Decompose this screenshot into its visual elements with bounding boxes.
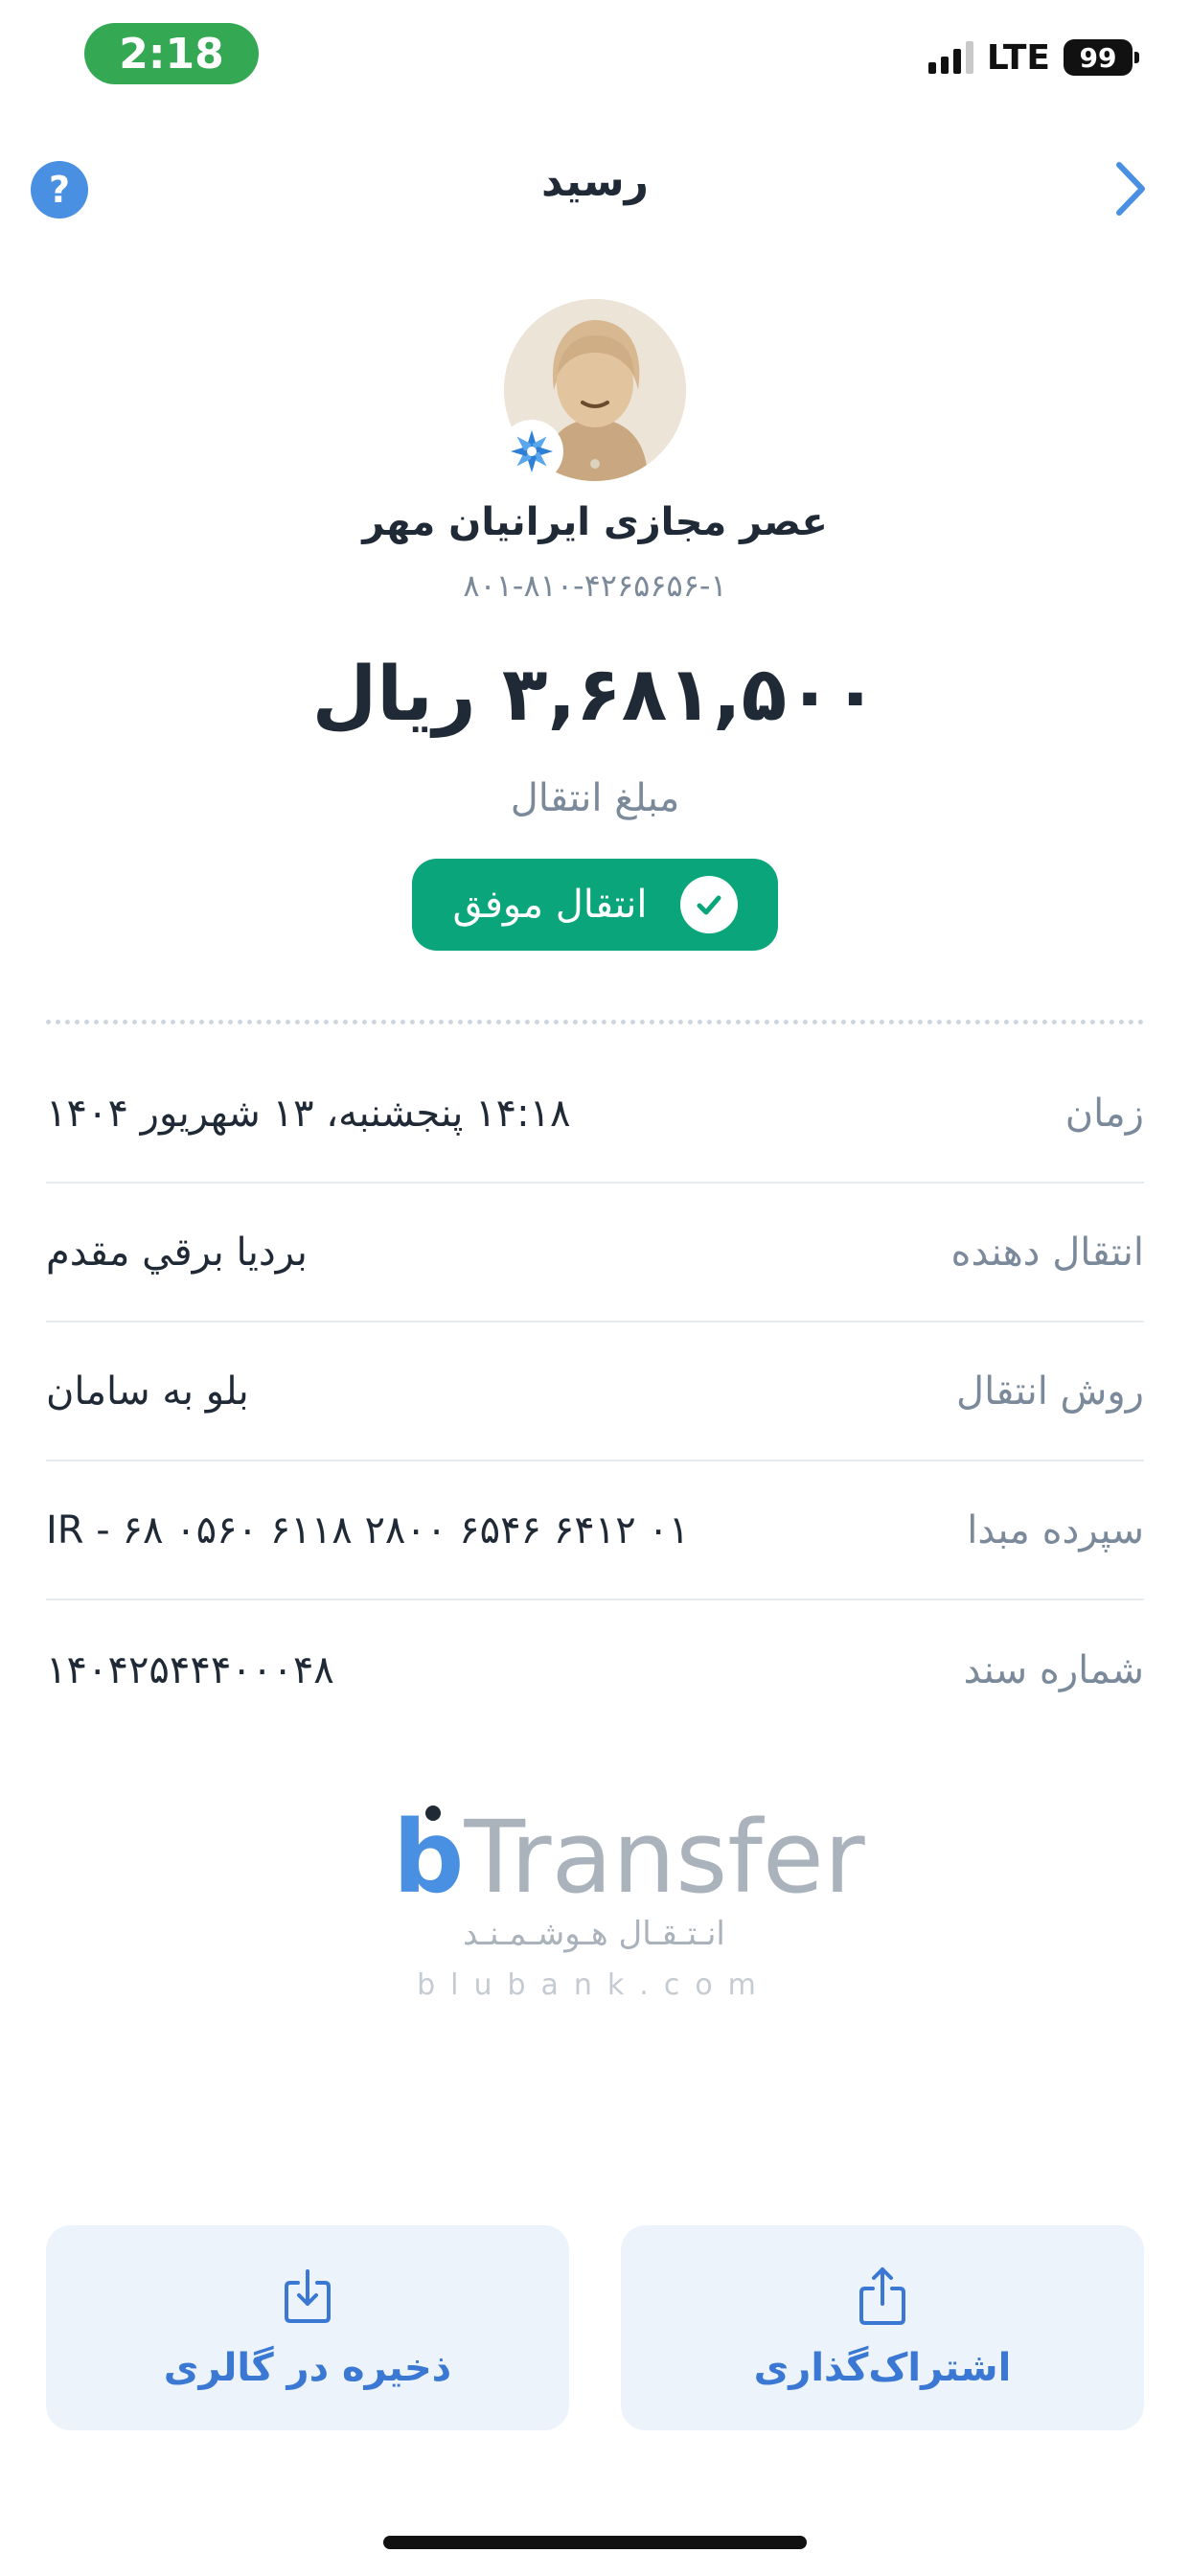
download-icon xyxy=(285,2269,331,2323)
detail-label: سپرده مبدا xyxy=(967,1507,1144,1552)
status-text: انتقال موفق xyxy=(452,883,648,927)
save-button-label: ذخیره در گالری xyxy=(163,2346,452,2390)
battery-level: 99 xyxy=(1079,41,1117,74)
status-badge: انتقال موفق xyxy=(412,859,778,951)
transfer-amount: ۳,۶۸۱,۵۰۰ ریال xyxy=(311,652,879,738)
share-button[interactable]: اشتراک‌گذاری xyxy=(621,2225,1144,2430)
bank-logo-icon xyxy=(500,420,563,483)
save-to-gallery-button[interactable]: ذخیره در گالری xyxy=(46,2225,569,2430)
detail-row-time: ۱۴:۱۸ پنجشنبه، ۱۳ شهریور ۱۴۰۴ زمان xyxy=(46,1045,1144,1184)
share-icon xyxy=(859,2267,905,2325)
detail-value: بلو به سامان xyxy=(46,1368,249,1414)
dotted-divider xyxy=(46,1020,1144,1024)
detail-row-document-number: ۱۴۰۴۲۵۴۴۴۰۰۰۴۸ شماره سند xyxy=(46,1600,1144,1739)
status-time: 2:18 xyxy=(84,23,259,84)
detail-row-sender: بردیا برقي مقدم انتقال دهنده xyxy=(46,1184,1144,1322)
receipt-screen: 2:18 LTE 99 ? رسید عصر مجازی ایرانیان مه… xyxy=(0,0,1190,2576)
btransfer-logo: b Transfer انـتـقـال هـوشـمـنـد blubank.c… xyxy=(393,1802,865,2003)
detail-row-method: بلو به سامان روش انتقال xyxy=(46,1322,1144,1461)
battery-icon: 99 xyxy=(1064,39,1139,76)
check-icon xyxy=(679,876,738,933)
merchant-name: عصر مجازی ایرانیان مهر xyxy=(362,500,828,544)
logo-url: blubank.com xyxy=(417,1968,771,2002)
network-type: LTE xyxy=(986,37,1050,78)
amount-label: مبلغ انتقال xyxy=(510,776,680,820)
detail-value: ۱۴:۱۸ پنجشنبه، ۱۳ شهریور ۱۴۰۴ xyxy=(46,1091,571,1136)
merchant-account: ۸۰۱-۸۱۰-۴۲۶۵۶۵۶-۱ xyxy=(463,567,727,604)
chevron-right-icon[interactable] xyxy=(1110,157,1152,220)
share-button-label: اشتراک‌گذاری xyxy=(753,2346,1012,2390)
logo-wordmark: b Transfer xyxy=(393,1799,865,1916)
detail-label: شماره سند xyxy=(963,1647,1144,1692)
detail-value: بردیا برقي مقدم xyxy=(46,1230,308,1275)
detail-label: روش انتقال xyxy=(956,1368,1144,1414)
page-title: رسید xyxy=(541,157,649,206)
details-list: ۱۴:۱۸ پنجشنبه، ۱۳ شهریور ۱۴۰۴ زمان بردیا… xyxy=(46,1045,1144,1739)
detail-label: زمان xyxy=(1064,1091,1144,1136)
detail-label: انتقال دهنده xyxy=(950,1230,1144,1275)
status-indicators: LTE 99 xyxy=(927,37,1139,78)
signal-icon xyxy=(927,41,973,74)
detail-row-source-account: IR - ۶۸ ۰۵۶۰ ۶۱۱۸ ۲۸۰۰ ۶۵۴۶ ۶۴۱۲ ۰۱ سپرد… xyxy=(46,1461,1144,1600)
detail-value: IR - ۶۸ ۰۵۶۰ ۶۱۱۸ ۲۸۰۰ ۶۵۴۶ ۶۴۱۲ ۰۱ xyxy=(46,1507,690,1552)
home-indicator[interactable] xyxy=(383,2536,807,2549)
detail-value: ۱۴۰۴۲۵۴۴۴۰۰۰۴۸ xyxy=(46,1647,334,1692)
logo-tagline: انـتـقـال هـوشـمـنـد xyxy=(463,1915,725,1953)
